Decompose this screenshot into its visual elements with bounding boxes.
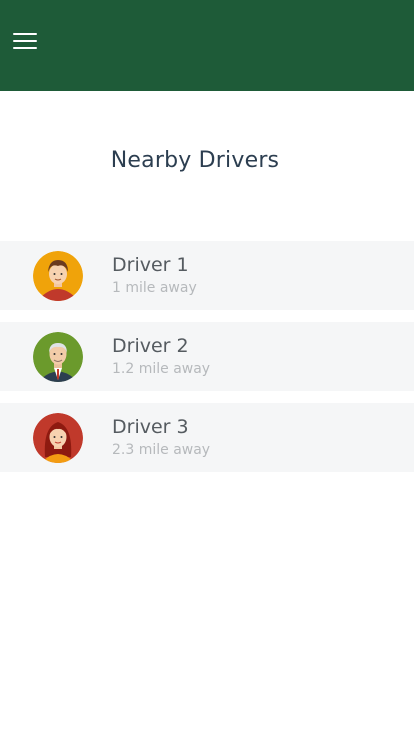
- app-screen: Nearby Drivers Driver 1 1 mile away Driv…: [0, 0, 414, 736]
- driver-distance: 2.3 mile away: [112, 442, 211, 458]
- driver-name: Driver 2: [112, 335, 189, 357]
- driver-distance: 1.2 mile away: [112, 361, 211, 377]
- driver-list-item[interactable]: Driver 1 1 mile away: [0, 241, 414, 310]
- hamburger-menu-icon[interactable]: [13, 31, 37, 53]
- top-app-bar: [0, 0, 414, 91]
- driver-list-item[interactable]: Driver 2 1.2 mile away: [0, 322, 414, 391]
- young-man-avatar-icon: [33, 251, 83, 301]
- woman-avatar-icon: [33, 413, 83, 463]
- driver-name: Driver 1: [112, 254, 189, 276]
- driver-distance: 1 mile away: [112, 280, 197, 296]
- page-title: Nearby Drivers: [110, 148, 280, 173]
- driver-list: Driver 1 1 mile away Driver 2 1.2 mile a…: [0, 241, 414, 472]
- driver-list-item[interactable]: Driver 3 2.3 mile away: [0, 403, 414, 472]
- driver-name: Driver 3: [112, 416, 189, 438]
- old-man-avatar-icon: [33, 332, 83, 382]
